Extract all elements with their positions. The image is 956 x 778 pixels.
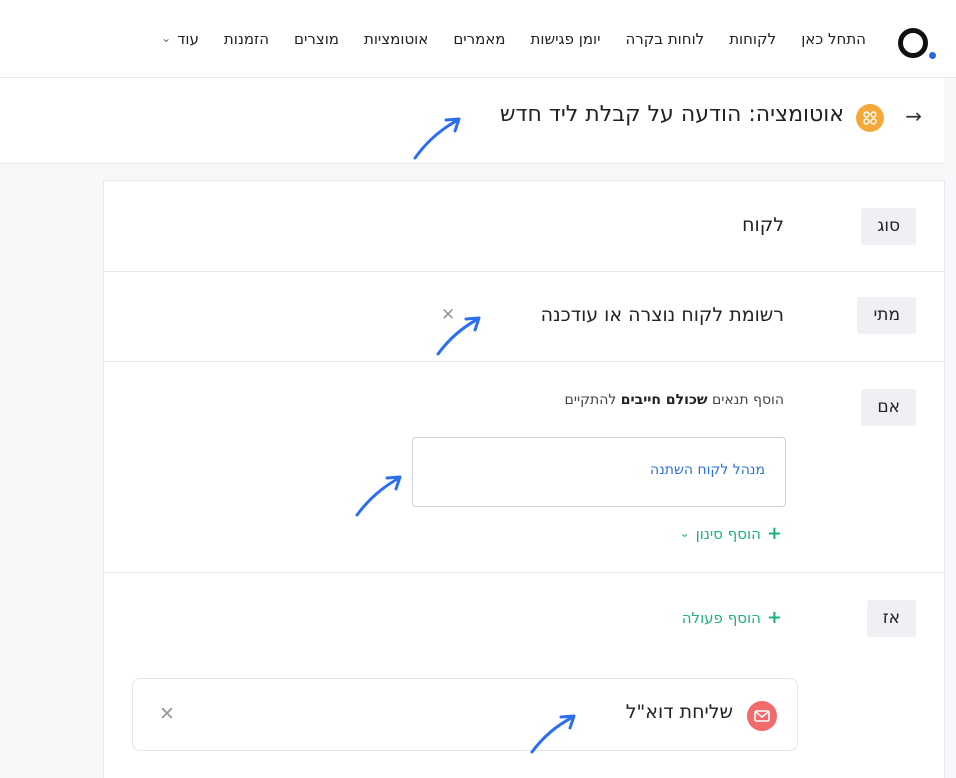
- nav-item-products[interactable]: מוצרים: [294, 30, 339, 48]
- row-type: סוג לקוח: [104, 181, 944, 272]
- page-title: אוטומציה: הודעה על קבלת ליד חדש: [499, 102, 844, 127]
- add-action-link[interactable]: + הוסף פעולה: [682, 607, 782, 628]
- chevron-down-icon: ⌄: [161, 31, 172, 45]
- conditions-hint-suffix: להתקיים: [564, 392, 617, 408]
- type-value[interactable]: לקוח: [742, 214, 784, 236]
- top-nav: התחל כאן לקוחות לוחות בקרה יומן פגישות מ…: [0, 0, 956, 78]
- logo-ring: [898, 28, 928, 58]
- add-action-label: הוסף פעולה: [681, 608, 761, 627]
- add-filter-label: הוסף סינון: [695, 524, 761, 543]
- conditions-hint-prefix: הוסף תנאים: [711, 392, 784, 408]
- conditions-hint-bold: שכולם חייבים: [620, 392, 708, 408]
- nav-item-calendar[interactable]: יומן פגישות: [531, 30, 601, 48]
- when-tag: מתי: [857, 297, 916, 334]
- nav-item-start-here[interactable]: התחל כאן: [801, 30, 866, 48]
- nav-item-articles[interactable]: מאמרים: [453, 30, 505, 48]
- nav-item-orders[interactable]: הזמנות: [224, 30, 269, 48]
- send-email-action[interactable]: שליחת דוא"ל ✕: [132, 678, 798, 751]
- plus-icon: +: [766, 607, 782, 628]
- remove-action-close-icon[interactable]: ✕: [159, 703, 175, 725]
- arrow-right-icon[interactable]: →: [905, 104, 922, 128]
- automation-card: סוג לקוח מתי רשומת לקוח נוצרה או עודכנה …: [103, 180, 945, 778]
- logo-dot: [929, 52, 936, 59]
- nav-item-more[interactable]: עוד ⌄: [161, 30, 199, 48]
- remove-trigger-close-icon[interactable]: ✕: [441, 305, 455, 325]
- page-header: → אוטומציה: הודעה על קבלת ליד חדש: [0, 78, 944, 164]
- nav-item-customers[interactable]: לקוחות: [729, 30, 776, 48]
- when-trigger-value[interactable]: רשומת לקוח נוצרה או עודכנה: [541, 304, 784, 326]
- plus-icon: +: [766, 523, 782, 544]
- add-filter-link[interactable]: + הוסף סינון ⌄: [680, 523, 782, 544]
- then-tag: אז: [866, 600, 916, 637]
- filter-condition-label[interactable]: מנהל לקוח השתנה: [650, 462, 765, 478]
- envelope-icon: [747, 701, 777, 731]
- automation-icon: [856, 104, 884, 132]
- send-email-label: שליחת דוא"ל: [625, 701, 733, 723]
- nav-item-dashboards[interactable]: לוחות בקרה: [625, 30, 704, 48]
- type-tag: סוג: [861, 208, 916, 245]
- nav-more-label: עוד: [177, 30, 199, 48]
- filter-condition-box[interactable]: מנהל לקוח השתנה: [412, 437, 786, 507]
- row-when: מתי רשומת לקוח נוצרה או עודכנה ✕: [104, 272, 944, 362]
- conditions-hint: הוסף תנאים שכולם חייבים להתקיים: [565, 392, 784, 408]
- row-if: אם הוסף תנאים שכולם חייבים להתקיים מנהל …: [104, 362, 944, 573]
- if-tag: אם: [861, 389, 916, 426]
- chevron-down-icon: ⌄: [679, 525, 690, 540]
- nav-items: התחל כאן לקוחות לוחות בקרה יומן פגישות מ…: [161, 30, 866, 48]
- nav-item-automations[interactable]: אוטומציות: [364, 30, 428, 48]
- logo[interactable]: [896, 24, 936, 64]
